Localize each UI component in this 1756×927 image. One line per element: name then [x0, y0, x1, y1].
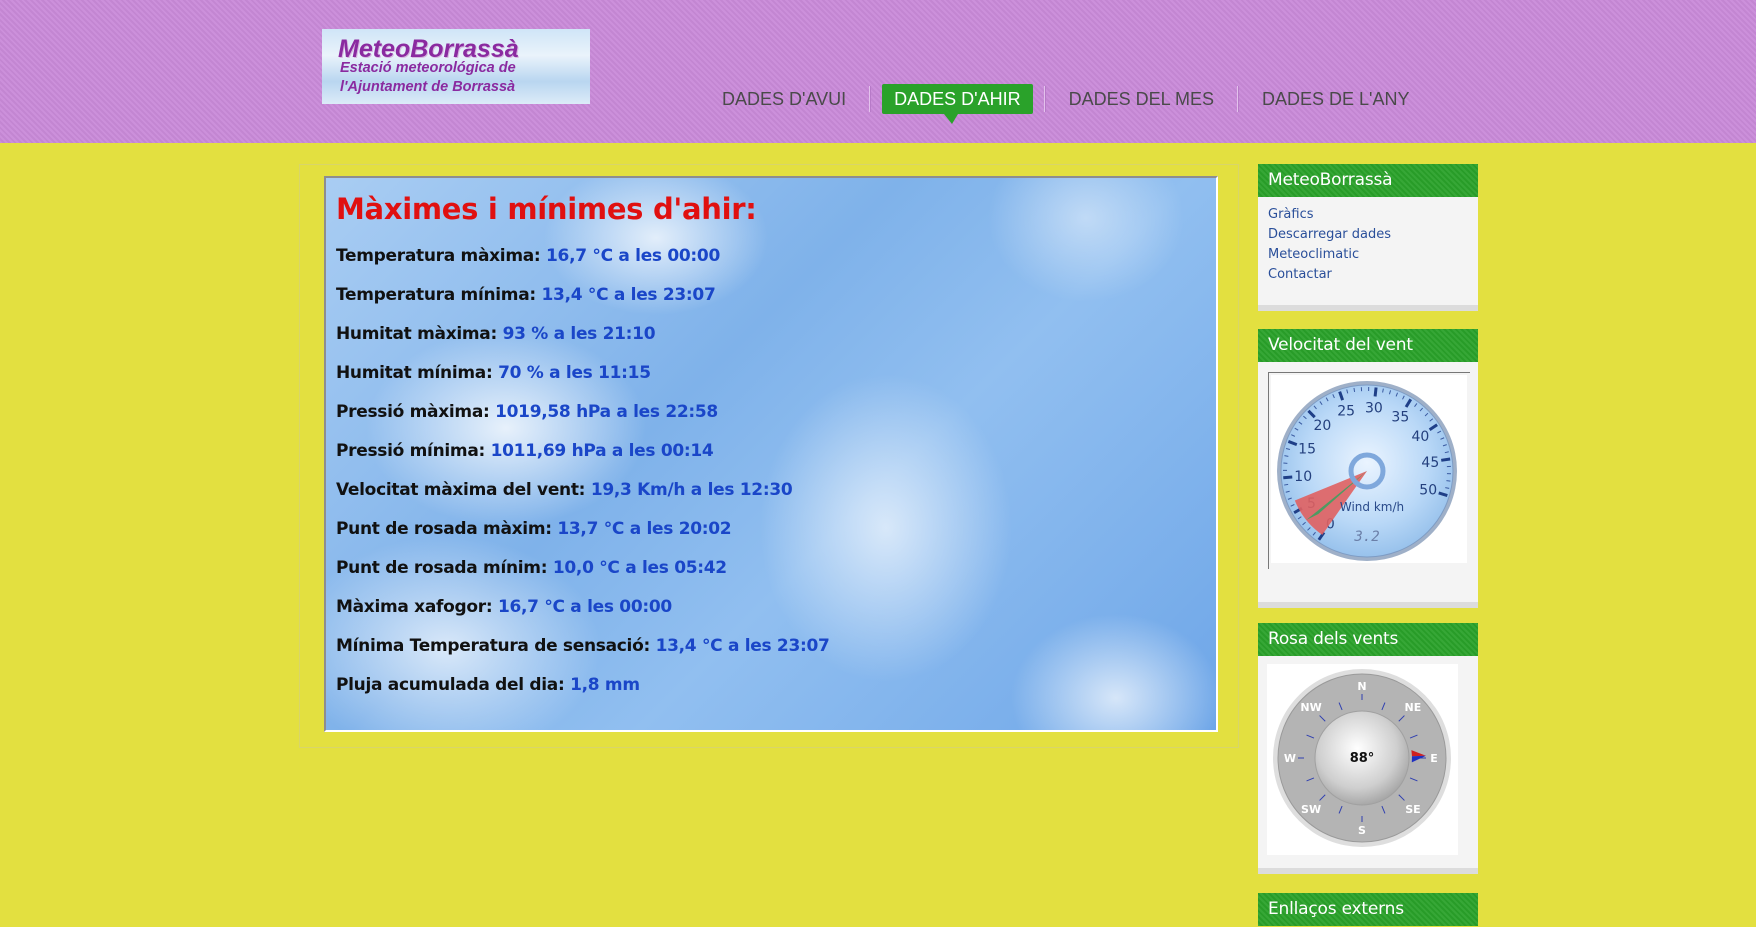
rose-direction-label: W — [1284, 752, 1296, 765]
sidebar-wind-speed-body: 05101520253035404550 Wind km/h 3.2 — [1258, 362, 1478, 608]
gauge-tick-label: 20 — [1313, 418, 1331, 434]
stat-value: 10,0 °C a les 05:42 — [552, 558, 727, 578]
sidebar-wind-rose-title: Rosa dels vents — [1258, 623, 1478, 656]
stat-label: Punt de rosada mínim: — [336, 558, 548, 578]
rose-direction-label: N — [1357, 680, 1366, 693]
gauge-tick-label: 45 — [1421, 455, 1439, 471]
stat-row: Humitat màxima: 93 % a les 21:10 — [336, 324, 656, 344]
stat-label: Pressió màxima: — [336, 402, 490, 422]
gauge-tick-label: 10 — [1294, 469, 1312, 485]
stat-row: Pluja acumulada del dia: 1,8 mm — [336, 675, 640, 695]
sidebar-wind-rose-box: Rosa dels vents N NE E SE S SW W NW 88° — [1258, 623, 1478, 874]
stat-value: 13,4 °C a les 23:07 — [541, 285, 716, 305]
gauge-unit-label: Wind km/h — [1340, 500, 1404, 514]
stat-value: 13,7 °C a les 20:02 — [557, 519, 732, 539]
gauge-tick-label: 35 — [1391, 409, 1409, 425]
rose-direction-label: SW — [1301, 803, 1321, 816]
stat-value: 1,8 mm — [570, 675, 640, 695]
wind-rose-compass: N NE E SE S SW W NW 88° — [1273, 669, 1451, 847]
stat-value: 93 % a les 21:10 — [502, 324, 656, 344]
stat-value: 1019,58 hPa a les 22:58 — [495, 402, 718, 422]
stat-value: 1011,69 hPa a les 00:14 — [490, 441, 714, 461]
sidebar-wind-rose-body: N NE E SE S SW W NW 88° — [1258, 656, 1478, 874]
rose-direction-label: SE — [1405, 803, 1420, 816]
stat-row: Velocitat màxima del vent: 19,3 Km/h a l… — [336, 480, 793, 500]
nav-divider — [1043, 86, 1046, 112]
nav-dades-avui[interactable]: DADES D'AVUI — [710, 84, 858, 114]
main-nav: DADES D'AVUI DADES D'AHIR DADES DEL MES … — [710, 84, 1421, 124]
nav-dades-any[interactable]: DADES DE L'ANY — [1250, 84, 1421, 114]
stat-label: Velocitat màxima del vent: — [336, 480, 586, 500]
link-grafics[interactable]: Gràfics — [1268, 205, 1468, 225]
stat-label: Màxima xafogor: — [336, 597, 493, 617]
sidebar-wind-speed-title: Velocitat del vent — [1258, 329, 1478, 362]
stats-panel: Màximes i mínimes d'ahir: Temperatura mà… — [324, 176, 1218, 732]
gauge-frame: 05101520253035404550 Wind km/h 3.2 — [1268, 372, 1470, 569]
sidebar-meteo-box: MeteoBorrassà Gràfics Descarregar dades … — [1258, 164, 1478, 311]
sidebar-link-list: Gràfics Descarregar dades Meteoclimatic … — [1258, 197, 1478, 295]
stat-row: Humitat mínima: 70 % a les 11:15 — [336, 363, 651, 383]
sidebar-external-links-box: Enllaços externs — [1258, 893, 1478, 926]
page-title: Màximes i mínimes d'ahir: — [336, 192, 757, 226]
stat-label: Mínima Temperatura de sensació: — [336, 636, 650, 656]
gauge-background: 05101520253035404550 Wind km/h 3.2 — [1271, 375, 1467, 563]
stat-value: 19,3 Km/h a les 12:30 — [590, 480, 793, 500]
link-meteoclimatic[interactable]: Meteoclimatic — [1268, 245, 1468, 265]
nav-divider — [869, 86, 872, 112]
stat-label: Pressió mínima: — [336, 441, 485, 461]
site-logo[interactable]: MeteoBorrassà Estació meteorológica de l… — [322, 29, 590, 104]
stat-row: Màxima xafogor: 16,7 °C a les 00:00 — [336, 597, 672, 617]
stat-label: Humitat mínima: — [336, 363, 493, 383]
gauge-tick — [1283, 475, 1293, 480]
gauge-tick — [1284, 483, 1289, 486]
gauge-tick — [1441, 457, 1451, 462]
wind-speed-gauge: 05101520253035404550 Wind km/h 3.2 — [1277, 381, 1457, 561]
gauge-tick-label: 25 — [1337, 403, 1355, 419]
nav-dades-ahir[interactable]: DADES D'AHIR — [882, 84, 1033, 124]
stat-row: Punt de rosada mínim: 10,0 °C a les 05:4… — [336, 558, 727, 578]
stat-row: Temperatura màxima: 16,7 °C a les 00:00 — [336, 246, 720, 266]
rose-direction-label: NW — [1300, 701, 1321, 714]
site-header: MeteoBorrassà Estació meteorológica de l… — [0, 0, 1756, 143]
stat-label: Temperatura mínima: — [336, 285, 536, 305]
stat-label: Humitat màxima: — [336, 324, 497, 344]
stat-label: Pluja acumulada del dia: — [336, 675, 565, 695]
gauge-tick — [1353, 387, 1356, 393]
rose-background: N NE E SE S SW W NW 88° — [1267, 664, 1458, 855]
gauge-tick-label: 30 — [1365, 400, 1383, 416]
sidebar-external-links-title: Enllaços externs — [1258, 893, 1478, 926]
link-descarregar-dades[interactable]: Descarregar dades — [1268, 225, 1468, 245]
stat-label: Temperatura màxima: — [336, 246, 541, 266]
gauge-tick-label: 15 — [1298, 441, 1316, 457]
logo-subtitle-1: Estació meteorológica de — [340, 60, 516, 76]
rose-direction-label: S — [1358, 824, 1366, 837]
gauge-tick-label: 40 — [1412, 429, 1430, 445]
stat-value: 70 % a les 11:15 — [498, 363, 651, 383]
logo-subtitle-2: l'Ajuntament de Borrassà — [340, 79, 516, 95]
stat-value: 13,4 °C a les 23:07 — [655, 636, 830, 656]
gauge-value-readout: 3.2 — [1353, 529, 1379, 545]
nav-dades-mes[interactable]: DADES DEL MES — [1057, 84, 1226, 114]
stat-row: Pressió mínima: 1011,69 hPa a les 00:14 — [336, 441, 714, 461]
stat-row: Mínima Temperatura de sensació: 13,4 °C … — [336, 636, 830, 656]
sidebar-meteo-title: MeteoBorrassà — [1258, 164, 1478, 197]
stat-value: 16,7 °C a les 00:00 — [497, 597, 672, 617]
rose-direction-label: E — [1430, 752, 1438, 765]
stat-row: Punt de rosada màxim: 13,7 °C a les 20:0… — [336, 519, 732, 539]
stat-label: Punt de rosada màxim: — [336, 519, 552, 539]
gauge-tick-label: 50 — [1419, 483, 1437, 499]
stat-row: Temperatura mínima: 13,4 °C a les 23:07 — [336, 285, 716, 305]
nav-divider — [1236, 86, 1239, 112]
sidebar-meteo-body: Gràfics Descarregar dades Meteoclimatic … — [1258, 197, 1478, 311]
link-contactar[interactable]: Contactar — [1268, 265, 1468, 285]
rose-bearing-readout: 88° — [1350, 751, 1375, 766]
sidebar-wind-speed-box: Velocitat del vent 05101520253035404550 — [1258, 329, 1478, 608]
stat-value: 16,7 °C a les 00:00 — [546, 246, 720, 266]
rose-direction-label: NE — [1405, 701, 1422, 714]
gauge-tick — [1373, 387, 1378, 397]
stat-row: Pressió màxima: 1019,58 hPa a les 22:58 — [336, 402, 718, 422]
